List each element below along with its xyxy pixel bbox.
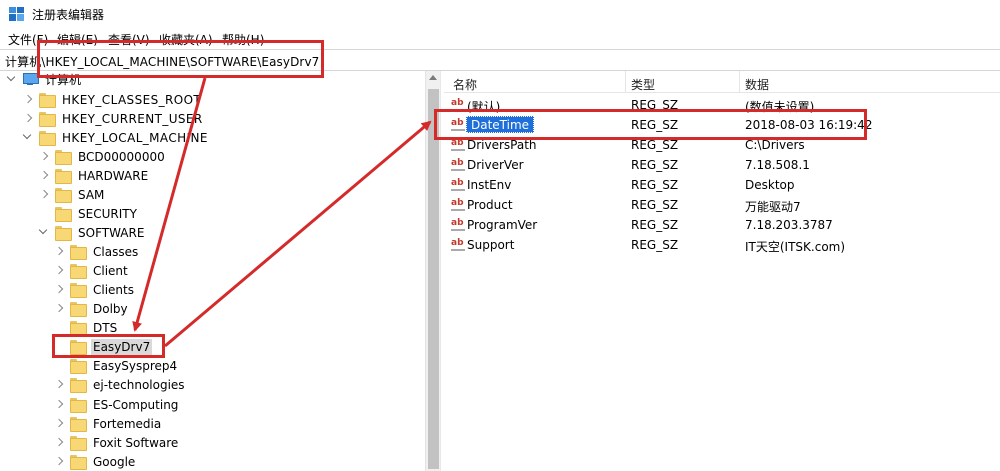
arrow-key-to-datetime: [164, 120, 432, 348]
arrow-address-to-key: [132, 77, 207, 332]
annotation-arrows: [132, 77, 432, 348]
